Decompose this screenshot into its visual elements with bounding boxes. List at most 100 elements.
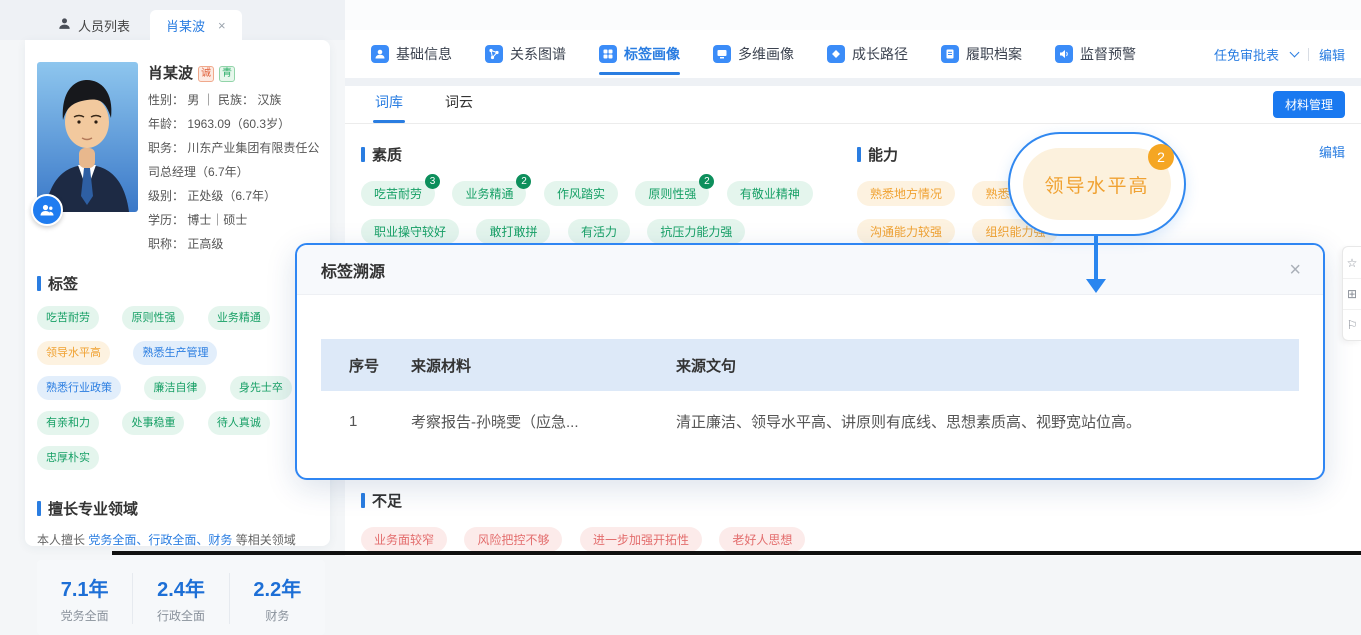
stat-value: 7.1年 [37,573,132,602]
tooltip-arrow-icon [1086,279,1106,293]
nav-tab-relation-graph[interactable]: 关系图谱 [485,30,566,78]
pin-icon[interactable]: ⚐ [1343,309,1361,340]
grid-icon [599,45,617,63]
ability-title: 能力 [868,144,898,165]
tag-chip[interactable]: 进一步加强开拓性 [580,527,702,552]
honor-badge-green: 青 [219,66,235,82]
section-nav: 基础信息 关系图谱 标签画像 多维画像 成长路径 履职档案 [345,30,1361,78]
document-icon [941,45,959,63]
tag-chip[interactable]: 熟悉行业政策 [37,376,121,400]
table-header-row: 序号 来源材料 来源文句 [321,339,1299,391]
tag-chip[interactable]: 业务精通 [208,306,270,330]
tag-chip[interactable]: 有活力 [568,219,630,244]
subtab-word-cloud[interactable]: 词云 [445,92,473,123]
tag-chip[interactable]: 有亲和力 [37,411,99,435]
tab-person[interactable]: 肖某波 × [150,10,242,40]
side-toolbar: ☆ ⊞ ⚐ [1342,246,1361,341]
contact-avatar-icon[interactable] [31,194,63,226]
modal-title: 标签溯源 [321,258,385,282]
tag-chip[interactable]: 沟通能力较强 [857,219,955,244]
tag-chip[interactable]: 风险把控不够 [464,527,562,552]
nav-tab-multi-portrait[interactable]: 多维画像 [713,30,794,78]
tag-chip[interactable]: 原则性强2 [635,181,709,206]
tag-chip[interactable]: 待人真诚 [208,411,270,435]
count-badge: 3 [425,174,440,189]
appointment-form-dropdown[interactable]: 任免审批表 [1214,45,1279,64]
quality-title: 素质 [372,144,402,165]
profile-photo-row: 肖某波 诚 青 性别： 男 ｜ 民族： 汉族 年龄： 1963.09（60.3岁… [37,62,320,256]
tag-chip[interactable]: 老好人思想 [719,527,805,552]
tag-chip[interactable]: 抗压力能力强 [647,219,745,244]
tab-people-list[interactable]: 人员列表 [42,10,146,40]
cell-no: 1 [321,413,411,430]
stat-value: 2.2年 [230,573,325,602]
stat-label: 财务 [230,607,325,624]
divider [1308,48,1309,61]
stat-value: 2.4年 [133,573,228,602]
profile-education: 学历： 博士｜硕士 [148,208,320,232]
nav-tab-basic-info[interactable]: 基础信息 [371,30,452,78]
user-icon [371,45,389,63]
tags-card-chips: 吃苦耐劳 原则性强 业务精通 领导水平高 熟悉生产管理 熟悉行业政策 廉洁自律 … [37,306,320,481]
tab-person-label: 肖某波 [166,16,205,35]
tag-chip[interactable]: 廉洁自律 [144,376,206,400]
tag-tooltip-bubble: 领导水平高 2 [1008,132,1186,236]
profile-gender: 性别： 男 ｜ 民族： 汉族 [148,88,320,112]
tag-chip[interactable]: 原则性强 [122,306,184,330]
tag-chip[interactable]: 职业操守较好 [361,219,459,244]
tab-close-icon[interactable]: × [218,18,226,33]
nav-tab-tag-portrait[interactable]: 标签画像 [599,30,680,78]
title-bar-decoration [37,501,41,516]
subtab-row: 词库 词云 材料管理 [345,86,1361,124]
nav-tab-duty-archive[interactable]: 履职档案 [941,30,1022,78]
stat-label: 行政全面 [133,607,228,624]
tag-chip[interactable]: 吃苦耐劳 [37,306,99,330]
modal-header: 标签溯源 × [297,245,1323,295]
tag-chip[interactable]: 有敬业精神 [727,181,813,206]
tag-chip[interactable]: 业务精通2 [452,181,526,206]
tag-chip[interactable]: 忠厚朴实 [37,446,99,470]
subtab-word-library[interactable]: 词库 [375,92,403,123]
material-management-button[interactable]: 材料管理 [1273,91,1345,118]
modal-body: 序号 来源材料 来源文句 1 考察报告-孙晓雯（应急... 清正廉洁、领导水平高… [297,295,1323,451]
tag-chip[interactable]: 敢打敢拼 [476,219,550,244]
stat-item: 2.4年 行政全面 [132,573,228,624]
tag-source-modal: 标签溯源 × 序号 来源材料 来源文句 1 考察报告-孙晓雯（应急... 清正廉… [295,243,1325,480]
col-header-no: 序号 [321,355,411,376]
nav-tab-supervision-alert[interactable]: 监督预警 [1055,30,1136,78]
diamond-icon [827,45,845,63]
portrait-photo [37,62,138,212]
table-row[interactable]: 1 考察报告-孙晓雯（应急... 清正廉洁、领导水平高、讲原则有底线、思想素质高… [321,391,1299,451]
monitor-icon [713,45,731,63]
bottom-divider-line [112,551,1361,555]
tag-chip[interactable]: 身先士卒 [230,376,292,400]
title-bar-decoration [37,276,41,291]
divider-strip [345,78,1361,86]
stat-item: 2.2年 财务 [229,573,325,624]
stat-item: 7.1年 党务全面 [37,573,132,624]
tooltip-count-badge: 2 [1148,144,1174,170]
tag-chip[interactable]: 熟悉地方情况 [857,181,955,206]
tag-chip[interactable]: 业务面较窄 [361,527,447,552]
title-bar-decoration [361,147,365,162]
tag-chip[interactable]: 熟悉生产管理 [133,341,217,365]
tag-chip[interactable]: 处事稳重 [122,411,184,435]
col-header-sentence: 来源文句 [676,355,1299,376]
title-bar-decoration [361,493,365,508]
close-icon[interactable]: × [1289,260,1301,280]
graph-icon [485,45,503,63]
tag-chip[interactable]: 吃苦耐劳3 [361,181,435,206]
nav-tab-growth-path[interactable]: 成长路径 [827,30,908,78]
profile-age: 年龄： 1963.09（60.3岁） [148,112,320,136]
tag-chip[interactable]: 作风踏实 [544,181,618,206]
col-header-source: 来源材料 [411,355,676,376]
edit-link[interactable]: 编辑 [1319,45,1345,64]
speaker-icon [1055,45,1073,63]
weakness-title: 不足 [372,490,402,511]
expertise-description: 本人擅长 党务全面、行政全面、财务 等相关领域 [37,531,320,548]
tag-chip[interactable]: 领导水平高 [37,341,110,365]
person-icon [58,17,71,33]
star-icon[interactable]: ☆ [1343,247,1361,278]
org-icon[interactable]: ⊞ [1343,278,1361,309]
count-badge: 2 [516,174,531,189]
